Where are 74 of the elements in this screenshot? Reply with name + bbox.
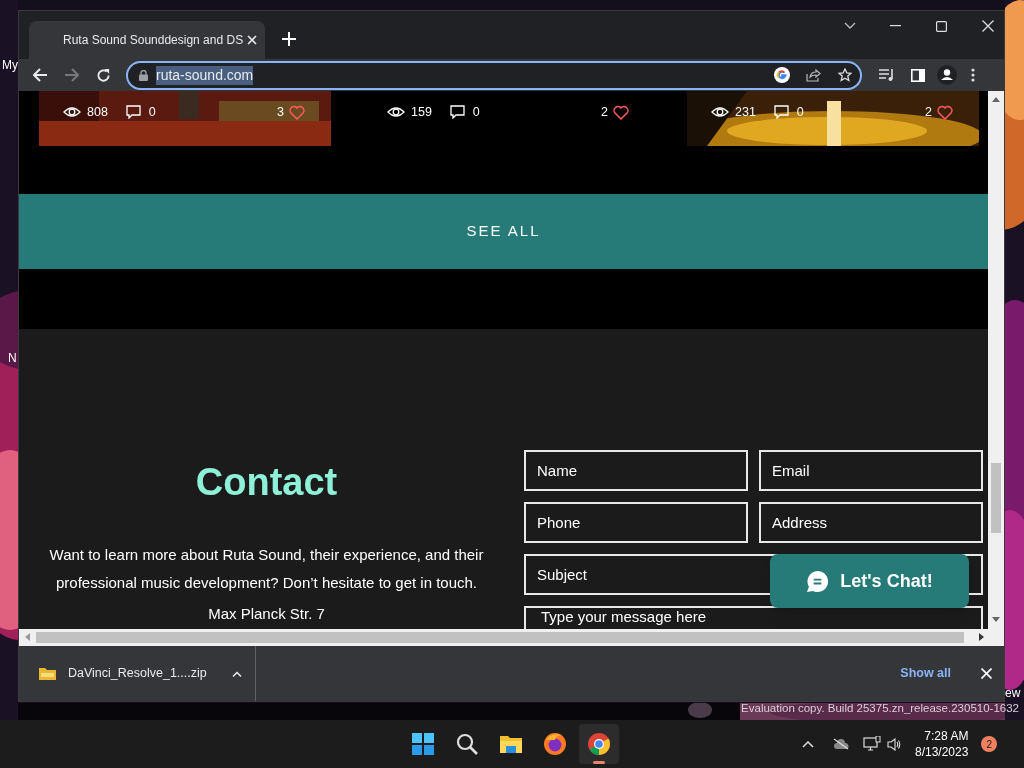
download-file-name: DaVinci_Resolve_1....zip xyxy=(68,665,207,683)
text-field[interactable]: Phone xyxy=(524,502,748,543)
view-count: 159 xyxy=(411,104,432,121)
clock[interactable]: 7:28 AM 8/13/2023 xyxy=(915,728,969,760)
url-text: ruta-sound.com xyxy=(156,65,254,85)
like-count: 2 xyxy=(925,104,932,121)
address-bar[interactable]: ruta-sound.com xyxy=(126,60,862,90)
forward-icon[interactable] xyxy=(64,68,79,82)
chrome-taskbar-button[interactable] xyxy=(579,724,619,764)
scroll-up-arrow-icon[interactable] xyxy=(992,97,1001,102)
comment-count: 0 xyxy=(796,104,804,121)
media-control-icon[interactable] xyxy=(879,68,895,82)
tab-title: Ruta Sound Sounddesign and DS xyxy=(63,32,245,49)
maximize-icon[interactable] xyxy=(936,20,947,32)
scroll-down-arrow-icon[interactable] xyxy=(992,617,1001,622)
chevron-up-icon[interactable] xyxy=(802,740,814,748)
media-card[interactable]: 808 0 3 xyxy=(39,91,331,146)
view-count: 808 xyxy=(87,104,108,121)
see-all-button[interactable]: SEE ALL xyxy=(19,194,989,269)
message-field[interactable]: Type your message here xyxy=(524,606,983,629)
eye-icon xyxy=(387,105,405,120)
eye-icon xyxy=(63,105,81,120)
minimize-icon[interactable] xyxy=(890,25,901,27)
contact-heading: Contact xyxy=(195,460,338,504)
chrome-icon xyxy=(587,732,611,756)
side-panel-icon[interactable] xyxy=(911,68,925,82)
share-icon[interactable] xyxy=(806,68,821,82)
tab-search-icon[interactable] xyxy=(844,22,856,30)
scroll-right-arrow-icon[interactable] xyxy=(979,633,984,641)
view-count: 231 xyxy=(735,104,756,121)
close-icon[interactable] xyxy=(247,35,257,45)
menu-icon[interactable] xyxy=(971,68,975,82)
google-icon[interactable] xyxy=(774,67,790,83)
show-all-link[interactable]: Show all xyxy=(892,660,959,687)
contact-description: Want to learn more about Ruta Sound, their experience, and their professional music development? Don’t hesitate to get in touch. xyxy=(48,545,485,593)
comment-count: 0 xyxy=(472,104,480,121)
cloud-off-icon[interactable] xyxy=(833,738,849,750)
windows-start-icon xyxy=(411,732,435,756)
lock-icon xyxy=(139,69,148,81)
like-count: 2 xyxy=(601,104,608,121)
download-item[interactable]: DaVinci_Resolve_1....zip xyxy=(19,646,256,701)
horizontal-scrollbar[interactable] xyxy=(19,629,1004,646)
comment-icon[interactable] xyxy=(773,105,789,120)
heart-icon[interactable] xyxy=(937,104,953,120)
heart-icon[interactable] xyxy=(613,104,629,120)
back-icon[interactable] xyxy=(33,68,48,82)
eye-icon xyxy=(711,105,729,120)
zip-folder-icon xyxy=(39,667,56,680)
reload-icon[interactable] xyxy=(96,67,111,83)
network-icon[interactable] xyxy=(863,736,881,752)
firefox-icon xyxy=(543,732,567,756)
clock-date: 8/13/2023 xyxy=(915,744,969,760)
scrollbar-thumb[interactable] xyxy=(991,463,1002,533)
notification-badge[interactable]: 2 xyxy=(981,736,998,752)
text-field[interactable]: Name xyxy=(524,450,748,491)
search-icon xyxy=(455,732,479,756)
comment-count: 0 xyxy=(148,104,156,121)
close-icon[interactable] xyxy=(982,20,994,32)
text-field[interactable]: Email xyxy=(759,450,983,491)
bookmark-star-icon[interactable] xyxy=(838,68,852,82)
profile-icon[interactable] xyxy=(937,65,957,85)
comment-icon[interactable] xyxy=(125,105,141,120)
new-tab-icon[interactable] xyxy=(282,32,296,46)
text-field[interactable]: Address xyxy=(759,502,983,543)
vertical-scrollbar[interactable] xyxy=(988,91,1004,629)
clock-time: 7:28 AM xyxy=(924,728,969,744)
build-watermark-text: Evaluation copy. Build 25375.zn_release.230510-1632 xyxy=(741,701,1019,715)
caret-icon[interactable] xyxy=(231,670,242,677)
browser-tab[interactable]: Ruta Sound Sounddesign and DS xyxy=(29,21,265,59)
media-card[interactable]: 231 0 2 xyxy=(687,91,979,146)
volume-icon[interactable] xyxy=(887,737,901,751)
comment-icon[interactable] xyxy=(449,105,465,120)
address-text: Max Planck Str. 7 xyxy=(208,604,325,624)
like-count: 3 xyxy=(277,104,284,121)
